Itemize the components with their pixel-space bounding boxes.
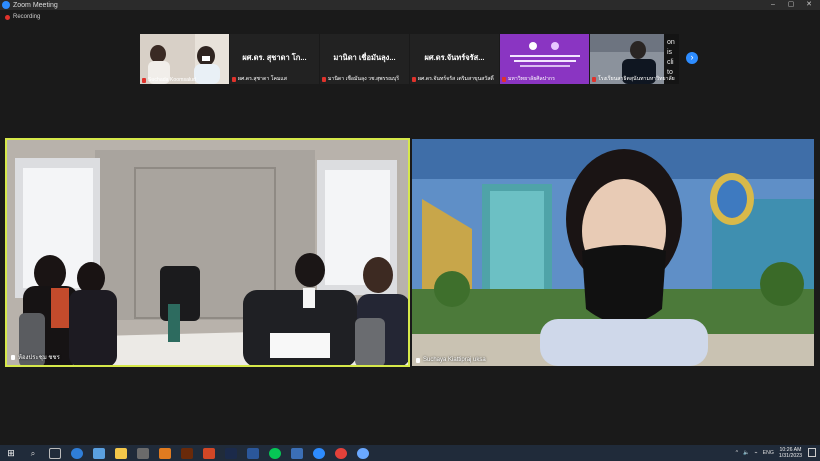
svg-text:cli: cli	[667, 59, 674, 66]
line-icon[interactable]	[269, 447, 281, 459]
word-icon[interactable]	[247, 447, 259, 459]
mic-muted-icon	[232, 76, 236, 82]
network-icon[interactable]: ⌁	[755, 450, 758, 456]
participant-tile[interactable]: ผศ.ดร. สุชาดา โก... ผศ.ดร.สุชาดา โคมแส	[230, 34, 319, 84]
mic-icon	[416, 357, 420, 363]
video-caption: Suchaya Kiattipraj uksa	[416, 357, 486, 363]
mic-icon	[11, 354, 15, 360]
vlc-icon[interactable]	[159, 447, 171, 459]
windows-taskbar: ⊞ ⌕ ^ 🔈 ⌁ ENG 10:26 AM 1/31/2023	[0, 445, 820, 461]
zoom-meeting-taskbar-icon[interactable]	[357, 447, 369, 459]
participant-name: ผศ.ดร.จันทร์จรัส...	[424, 53, 485, 62]
edge-icon[interactable]	[71, 447, 83, 459]
participant-tile[interactable]: on is cli to โรงเรียนสาธิตสุนันทามหาวิทย…	[590, 34, 679, 84]
task-view-icon[interactable]	[49, 447, 61, 459]
participant-caption: มานิดา เชื่อมันลุง วช.สุพรรณบุรี	[322, 75, 407, 83]
participant-name: มานิดา เชื่อมันลุง...	[333, 53, 396, 62]
language-indicator[interactable]: ENG	[763, 450, 774, 456]
clock-date: 1/31/2023	[778, 453, 802, 459]
participant-caption: ผศ.ดร.จันทร์จรัส เตริมสาขุนสวัสดิ์	[412, 75, 497, 83]
close-icon[interactable]: ✕	[800, 0, 818, 10]
active-speaker-video[interactable]: ห้องประชุม ชชร	[5, 138, 410, 367]
show-hidden-icons-icon[interactable]: ^	[736, 450, 738, 456]
clock[interactable]: 10:26 AM 1/31/2023	[779, 447, 802, 459]
record-dot-icon	[5, 14, 10, 20]
participant-tile[interactable]: มหาวิทยาลัยศิลปากร	[500, 34, 589, 84]
mic-muted-icon	[592, 76, 596, 82]
app-icon[interactable]	[137, 447, 149, 459]
illustrator-icon[interactable]	[181, 447, 193, 459]
participant-caption: โรงเรียนสาธิตสุนันทามหาวิทยาลัย	[592, 75, 677, 83]
volume-icon[interactable]: 🔈	[743, 450, 749, 456]
windows-start-icon[interactable]: ⊞	[5, 448, 17, 459]
next-page-button[interactable]: ›	[686, 52, 698, 64]
participant-tile[interactable]: ผศ.ดร.จันทร์จรัส... ผศ.ดร.จันทร์จรัส เตร…	[410, 34, 499, 84]
app-icon[interactable]	[291, 447, 303, 459]
participant-video-main[interactable]: Suchaya Kiattipraj uksa	[412, 139, 814, 366]
file-explorer-icon[interactable]	[115, 447, 127, 459]
chrome-icon[interactable]	[335, 447, 347, 459]
window-title: Zoom Meeting	[13, 1, 58, 9]
mic-muted-icon	[142, 77, 146, 83]
recording-label: Recording	[13, 14, 41, 20]
zoom-icon	[2, 1, 10, 9]
video-caption: ห้องประชุม ชชร	[11, 352, 60, 362]
participant-strip: Suchada Koomsalud ผศ.ดร. สุชาดา โก... ผศ…	[140, 34, 679, 84]
photoshop-icon[interactable]	[225, 447, 237, 459]
participant-name: ผศ.ดร. สุชาดา โก...	[242, 53, 307, 62]
recording-indicator[interactable]: Recording	[5, 14, 40, 20]
powerpoint-icon[interactable]	[203, 447, 215, 459]
participant-caption: ผศ.ดร.สุชาดา โคมแส	[232, 75, 317, 83]
participant-caption: Suchada Koomsalud	[142, 77, 227, 83]
mic-muted-icon	[502, 76, 506, 82]
title-bar: Zoom Meeting – ▢ ✕	[0, 0, 820, 10]
mic-muted-icon	[322, 76, 326, 82]
participant-tile[interactable]: มานิดา เชื่อมันลุง... มานิดา เชื่อมันลุง…	[320, 34, 409, 84]
svg-text:on: on	[667, 39, 675, 46]
participant-caption: มหาวิทยาลัยศิลปากร	[502, 75, 587, 83]
mail-icon[interactable]	[93, 447, 105, 459]
participant-tile[interactable]: Suchada Koomsalud	[140, 34, 229, 84]
speaker-video	[412, 139, 814, 366]
minimize-icon[interactable]: –	[764, 0, 782, 10]
meeting-room-video	[7, 140, 408, 365]
search-icon[interactable]: ⌕	[27, 448, 39, 459]
zoom-taskbar-icon[interactable]	[313, 447, 325, 459]
notification-icon[interactable]	[808, 448, 816, 457]
system-tray: ^ 🔈 ⌁ ENG 10:26 AM 1/31/2023	[736, 445, 802, 461]
svg-text:is: is	[667, 49, 673, 56]
mic-muted-icon	[412, 76, 416, 82]
maximize-icon[interactable]: ▢	[782, 0, 800, 10]
